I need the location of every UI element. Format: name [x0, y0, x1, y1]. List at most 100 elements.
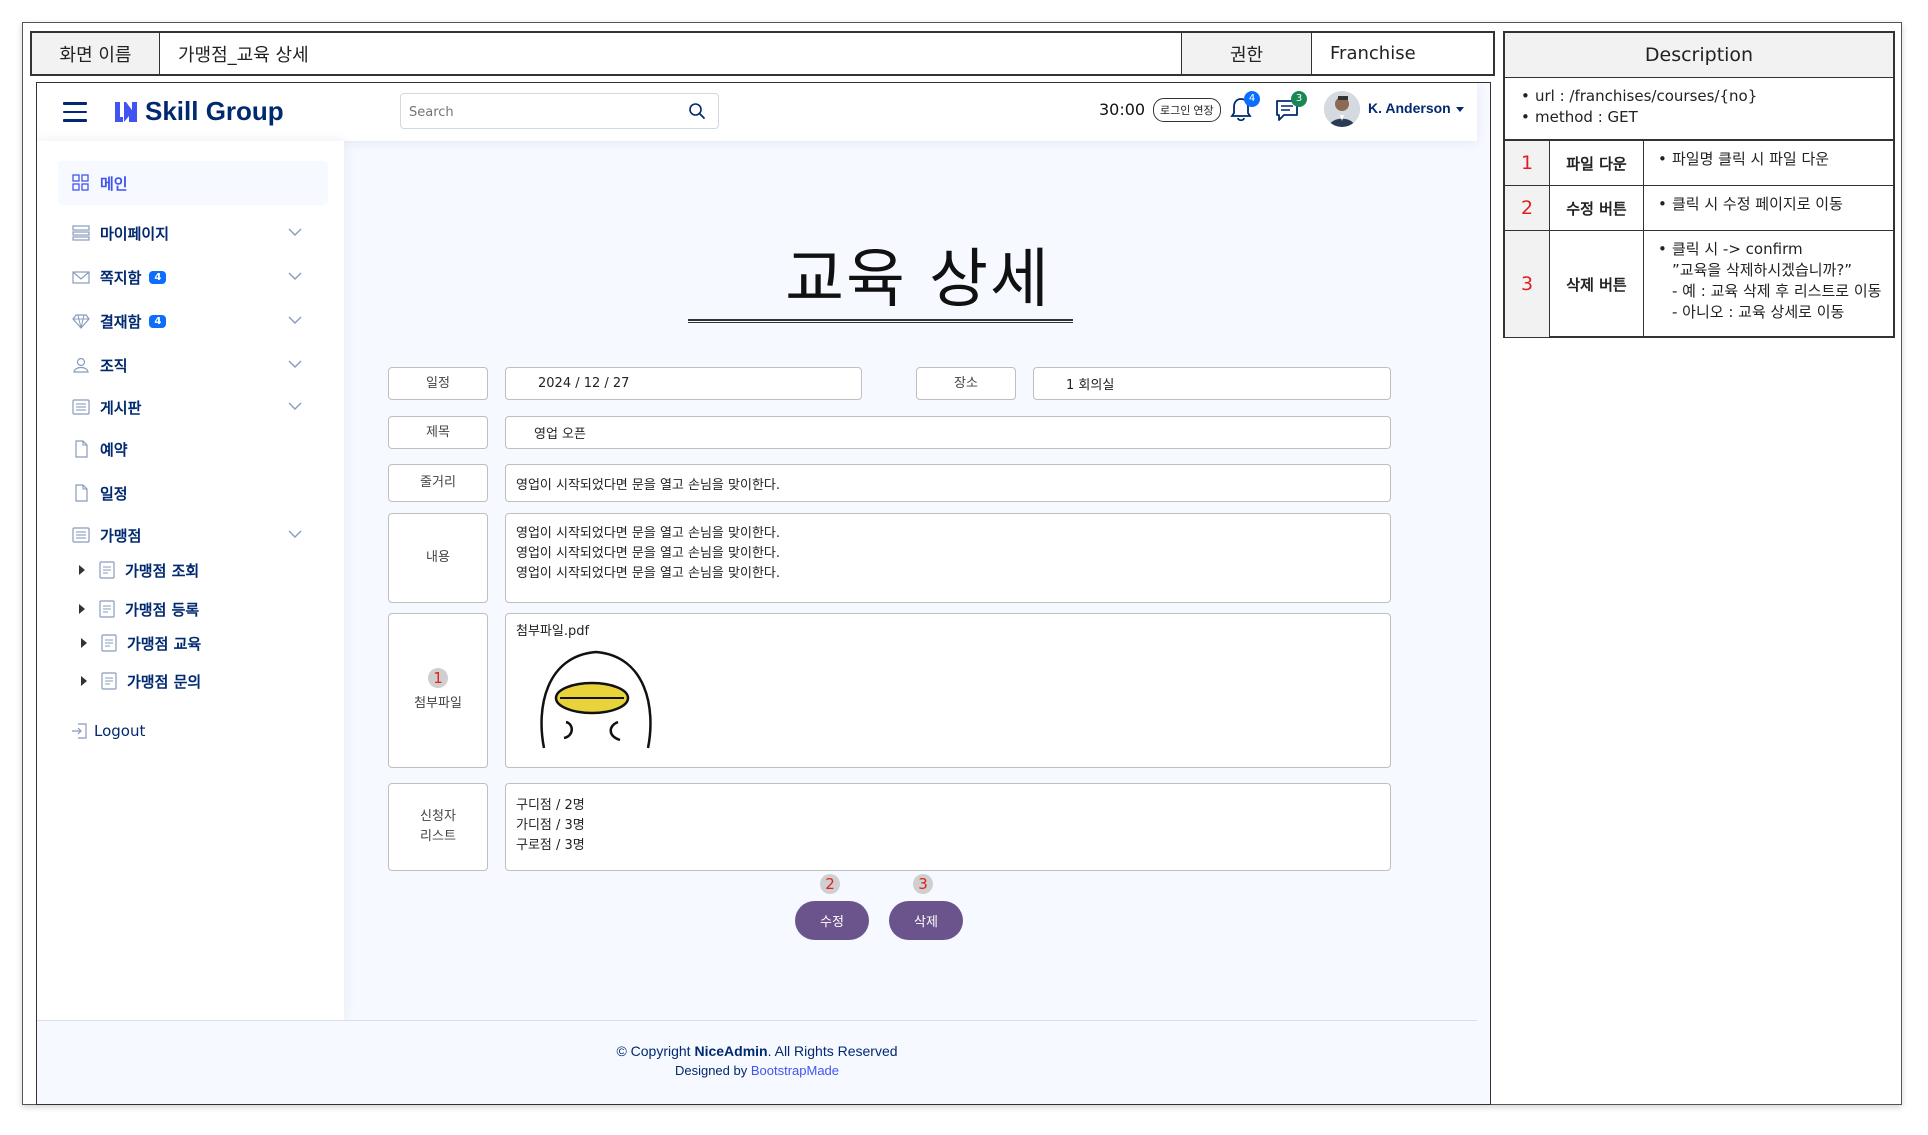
description-row-3: 3 삭제 버튼 클릭 시 -> confirm ”교육을 삭제하시겠습니까?” …: [1505, 231, 1893, 337]
sidebar-item-label: 마이페이지: [100, 224, 170, 243]
layout-icon: [72, 225, 90, 241]
logo-icon: [115, 101, 137, 122]
chevron-down-icon: [288, 316, 302, 324]
description-line: 클릭 시 -> confirm: [1656, 239, 1893, 260]
search-input[interactable]: [401, 94, 681, 130]
sidebar-item-label: 메인: [100, 174, 128, 193]
menu-toggle-icon[interactable]: [63, 102, 87, 122]
list-card-icon: [72, 399, 90, 415]
description-line: - 아니오 : 교육 상세로 이동: [1672, 303, 1845, 321]
grid-icon: [72, 174, 89, 191]
sidebar-subitem-label: 가맹점 등록: [125, 600, 200, 619]
description-row-text: 클릭 시 -> confirm ”교육을 삭제하시겠습니까?” - 예 : 교육…: [1644, 231, 1893, 337]
sidebar-item-messages[interactable]: 쪽지함 4: [58, 255, 328, 299]
description-line: ”교육을 삭제하시겠습니까?”: [1672, 261, 1853, 279]
sidebar-subitem-label: 가맹점 조회: [125, 561, 200, 580]
sidebar-item-schedule[interactable]: 일정: [58, 471, 328, 515]
description-method: method : GET: [1519, 107, 1893, 128]
sidebar-item-approvals[interactable]: 결재함 4: [58, 299, 328, 343]
document-icon: [101, 672, 117, 690]
sidebar-subitem-franchise-search[interactable]: 가맹점 조회: [79, 555, 199, 585]
applicant-label-line: 신청자: [420, 809, 456, 824]
document-icon: [99, 561, 115, 579]
designed-by-link[interactable]: BootstrapMade: [751, 1063, 839, 1078]
sidebar-subitem-franchise-inquiry[interactable]: 가맹점 문의: [81, 666, 201, 696]
copyright-brand: NiceAdmin: [694, 1043, 768, 1059]
delete-button[interactable]: 삭제: [889, 901, 963, 940]
caret-right-icon: [81, 638, 87, 648]
session-timer: 30:00: [1099, 100, 1146, 119]
designed-prefix: Designed by: [674, 1063, 751, 1078]
avatar[interactable]: [1324, 91, 1360, 127]
person-icon: [73, 357, 89, 373]
content-line: 영업이 시작되었다면 문을 열고 손님을 맞이한다.: [516, 526, 780, 541]
applicant-label-line: 리스트: [420, 829, 456, 844]
sidebar: 메인 마이페이지 쪽지함 4 결재함 4 조직 게시판 예약 일정 가맹점 가맹…: [37, 141, 344, 1021]
marker-3: 3: [913, 874, 933, 894]
place-label: 장소: [916, 367, 1016, 400]
sidebar-item-board[interactable]: 게시판: [58, 385, 328, 429]
description-line: 파일명 클릭 시 파일 다운: [1656, 149, 1893, 170]
attachment-thumbnail-icon: [540, 650, 652, 749]
description-table: Description url : /franchises/courses/{n…: [1503, 31, 1895, 338]
search-icon[interactable]: [688, 102, 706, 120]
sidebar-subitem-franchise-education[interactable]: 가맹점 교육: [81, 628, 201, 658]
sidebar-item-franchise[interactable]: 가맹점: [58, 513, 328, 557]
sidebar-item-label: Logout: [94, 722, 146, 740]
permission-value: Franchise: [1330, 43, 1416, 64]
designed-by-line: Designed by BootstrapMade: [37, 1063, 1477, 1078]
description-row-2: 2 수정 버튼 클릭 시 수정 페이지로 이동: [1505, 186, 1893, 231]
applicant-list-label: 신청자 리스트: [388, 783, 488, 871]
logo[interactable]: Skill Group: [113, 96, 284, 127]
description-row-text: 파일명 클릭 시 파일 다운: [1644, 141, 1893, 185]
subject-value: 영업 오픈: [505, 416, 1391, 449]
chevron-down-icon: [288, 360, 302, 368]
description-row-number: 2: [1505, 186, 1550, 230]
description-row-1: 1 파일 다운 파일명 클릭 시 파일 다운: [1505, 141, 1893, 186]
applicant-item: 가디점 / 3명: [516, 818, 585, 833]
edit-button[interactable]: 수정: [795, 901, 869, 940]
screen-name-label: 화면 이름: [32, 33, 160, 74]
description-row-name: 수정 버튼: [1550, 186, 1644, 230]
summary-label: 줄거리: [388, 464, 488, 502]
footer: © Copyright NiceAdmin. All Rights Reserv…: [37, 1020, 1477, 1104]
sidebar-subitem-franchise-register[interactable]: 가맹점 등록: [79, 594, 199, 624]
sidebar-subitem-label: 가맹점 교육: [127, 634, 202, 653]
attachment-label: 첨부파일: [414, 695, 462, 711]
screen-header-table: 화면 이름 가맹점_교육 상세 권한 Franchise: [30, 31, 1495, 76]
caret-right-icon: [79, 604, 85, 614]
sidebar-item-reservation[interactable]: 예약: [58, 427, 328, 471]
sidebar-item-logout[interactable]: Logout: [58, 709, 328, 753]
applicant-item: 구로점 / 3명: [516, 838, 585, 853]
user-name-dropdown[interactable]: K. Anderson: [1368, 100, 1464, 116]
description-row-text: 클릭 시 수정 페이지로 이동: [1644, 186, 1893, 230]
extend-login-button[interactable]: 로그인 연장: [1153, 98, 1221, 122]
attachment-file-link[interactable]: 첨부파일.pdf: [516, 622, 1380, 642]
content-line: 영업이 시작되었다면 문을 열고 손님을 맞이한다.: [516, 546, 780, 561]
message-icon-button[interactable]: 3: [1275, 91, 1307, 123]
sidebar-item-mypage[interactable]: 마이페이지: [58, 211, 328, 255]
sidebar-item-label: 결재함: [100, 312, 142, 331]
approvals-count-badge: 4: [149, 314, 167, 328]
sidebar-item-label: 조직: [100, 356, 128, 375]
sidebar-item-main[interactable]: 메인: [58, 161, 328, 205]
user-avatar-icon: [1324, 91, 1360, 127]
sidebar-item-label: 쪽지함: [100, 268, 142, 287]
sidebar-item-label: 가맹점: [100, 526, 142, 545]
copyright-line: © Copyright NiceAdmin. All Rights Reserv…: [37, 1043, 1477, 1059]
sidebar-item-label: 게시판: [100, 398, 142, 417]
description-row-name: 파일 다운: [1550, 141, 1644, 185]
description-info: url : /franchises/courses/{no} method : …: [1505, 78, 1893, 141]
file-icon: [75, 484, 88, 502]
place-value: 1 회의실: [1033, 367, 1391, 400]
marker-1: 1: [428, 667, 448, 688]
content-value: 영업이 시작되었다면 문을 열고 손님을 맞이한다. 영업이 시작되었다면 문을…: [505, 513, 1391, 603]
sidebar-item-organization[interactable]: 조직: [58, 343, 328, 387]
sidebar-subitem-label: 가맹점 문의: [127, 672, 202, 691]
messages-count-badge: 4: [149, 270, 167, 284]
list-card-icon: [72, 527, 90, 543]
subject-label: 제목: [388, 416, 488, 449]
notification-bell[interactable]: 4: [1230, 91, 1260, 123]
schedule-label: 일정: [388, 367, 488, 400]
chevron-down-icon: [288, 272, 302, 280]
